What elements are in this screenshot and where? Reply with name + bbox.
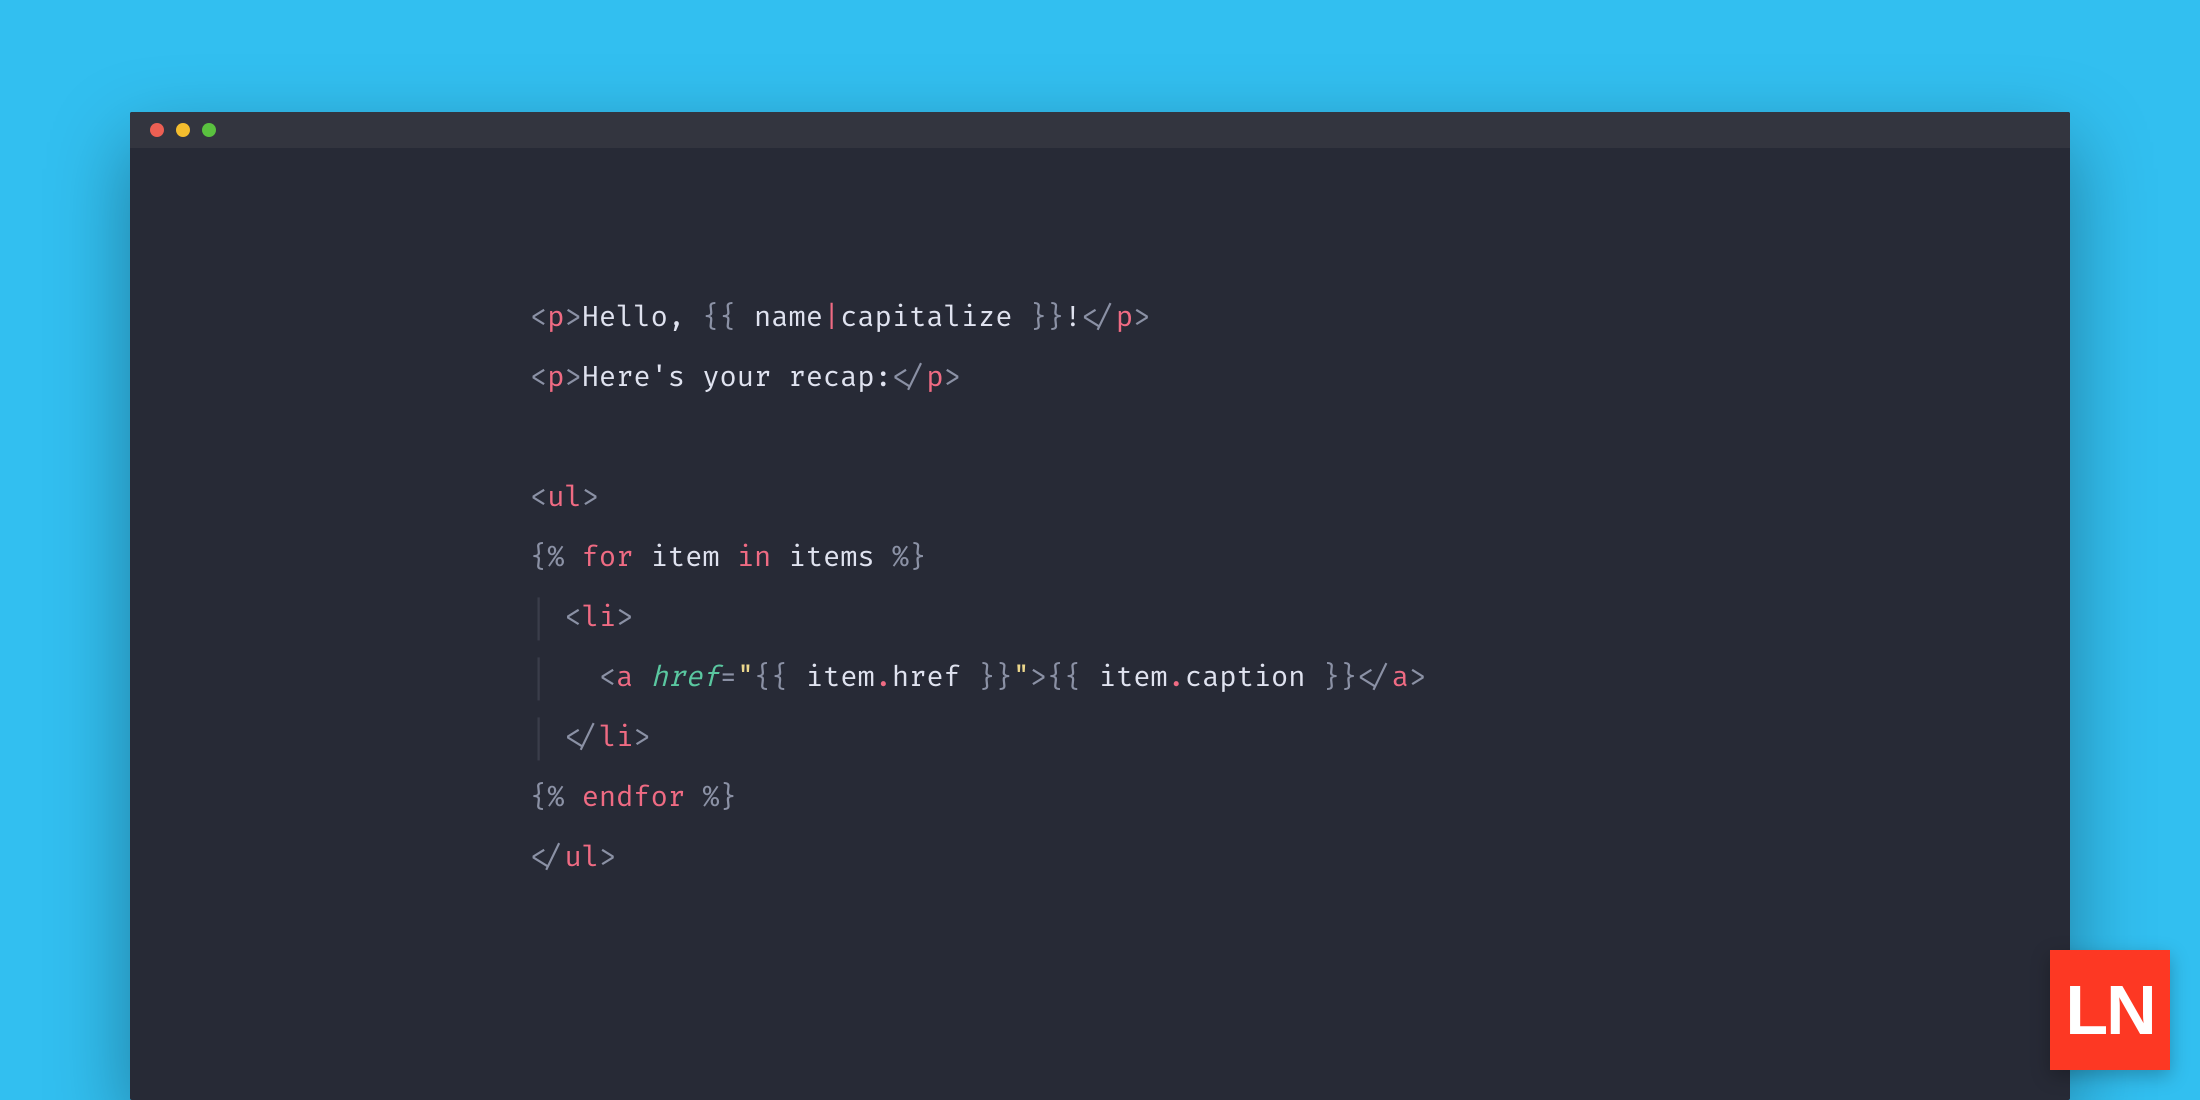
angle-bracket: </ [1357, 660, 1391, 695]
minimize-icon[interactable] [176, 123, 190, 137]
angle-bracket: </ [564, 720, 598, 755]
code-line: {% for item in items %} [530, 540, 926, 575]
code-editor[interactable]: <p>Hello, {{ name|capitalize }}!</p> <p>… [130, 148, 2070, 1100]
logo-text: LN [2065, 970, 2154, 1050]
template-stmt-delim: {% [530, 780, 582, 815]
angle-bracket: > [1409, 660, 1426, 695]
tag-name: li [582, 600, 616, 635]
dot-operator: . [875, 660, 892, 695]
window-titlebar [130, 112, 2070, 148]
template-stmt-delim: %} [685, 780, 737, 815]
dot-operator: . [1168, 660, 1185, 695]
angle-bracket: </ [530, 840, 564, 875]
angle-bracket: < [530, 360, 547, 395]
string-quote: " [737, 660, 754, 695]
angle-bracket: > [599, 840, 616, 875]
text-literal: Hello, [582, 300, 703, 335]
tag-name: p [926, 360, 943, 395]
keyword: for [582, 540, 634, 575]
property: caption [1185, 660, 1306, 695]
template-delim: {{ [1047, 660, 1099, 695]
tag-name: p [1116, 300, 1133, 335]
angle-bracket: > [564, 360, 581, 395]
tag-name: ul [564, 840, 598, 875]
code-line: {% endfor %} [530, 780, 737, 815]
angle-bracket: > [564, 300, 581, 335]
attribute-name: href [651, 660, 720, 695]
template-delim: {{ [754, 660, 806, 695]
zoom-icon[interactable] [202, 123, 216, 137]
variable: item [806, 660, 875, 695]
property: href [892, 660, 961, 695]
code-line: </ul> [530, 840, 616, 875]
angle-bracket: < [530, 300, 547, 335]
keyword: in [737, 540, 771, 575]
variable: name [754, 300, 823, 335]
tag-name: p [547, 300, 564, 335]
template-delim: }} [1013, 300, 1065, 335]
string-quote: " [1013, 660, 1030, 695]
angle-bracket: </ [892, 360, 926, 395]
close-icon[interactable] [150, 123, 164, 137]
code-line: <p>Hello, {{ name|capitalize }}!</p> [530, 300, 1150, 335]
angle-bracket: > [1133, 300, 1150, 335]
code-line: <ul> [530, 480, 599, 515]
text-literal: ! [1064, 300, 1081, 335]
pipe-operator: | [823, 300, 840, 335]
keyword: endfor [582, 780, 685, 815]
angle-bracket: </ [1081, 300, 1115, 335]
template-delim: }} [961, 660, 1013, 695]
template-delim: }} [1306, 660, 1358, 695]
variable: items [789, 540, 875, 575]
variable: item [1099, 660, 1168, 695]
indent-guide: │ [530, 660, 599, 695]
angle-bracket: > [633, 720, 650, 755]
tag-name: a [1392, 660, 1409, 695]
code-line: │ <a href="{{ item.href }}">{{ item.capt… [530, 660, 1426, 695]
filter-name: capitalize [840, 300, 1012, 335]
angle-bracket: > [1030, 660, 1047, 695]
template-stmt-delim: %} [875, 540, 927, 575]
code-line: │ <li> [530, 600, 633, 635]
angle-bracket: > [944, 360, 961, 395]
code-line: │ </li> [530, 720, 651, 755]
angle-bracket: < [530, 480, 547, 515]
angle-bracket: < [564, 600, 581, 635]
angle-bracket: > [582, 480, 599, 515]
angle-bracket: > [616, 600, 633, 635]
brand-logo: LN [2050, 950, 2170, 1070]
indent-guide: │ [530, 600, 564, 635]
template-stmt-delim: {% [530, 540, 582, 575]
template-delim: {{ [702, 300, 754, 335]
code-line: <p>Here's your recap:</p> [530, 360, 961, 395]
editor-window: <p>Hello, {{ name|capitalize }}!</p> <p>… [130, 112, 2070, 1100]
tag-name: ul [547, 480, 581, 515]
equals: = [720, 660, 737, 695]
indent-guide: │ [530, 720, 564, 755]
tag-name: a [616, 660, 633, 695]
tag-name: li [599, 720, 633, 755]
text-literal: Here's your recap: [582, 360, 892, 395]
variable: item [651, 540, 720, 575]
angle-bracket: < [599, 660, 616, 695]
tag-name: p [547, 360, 564, 395]
